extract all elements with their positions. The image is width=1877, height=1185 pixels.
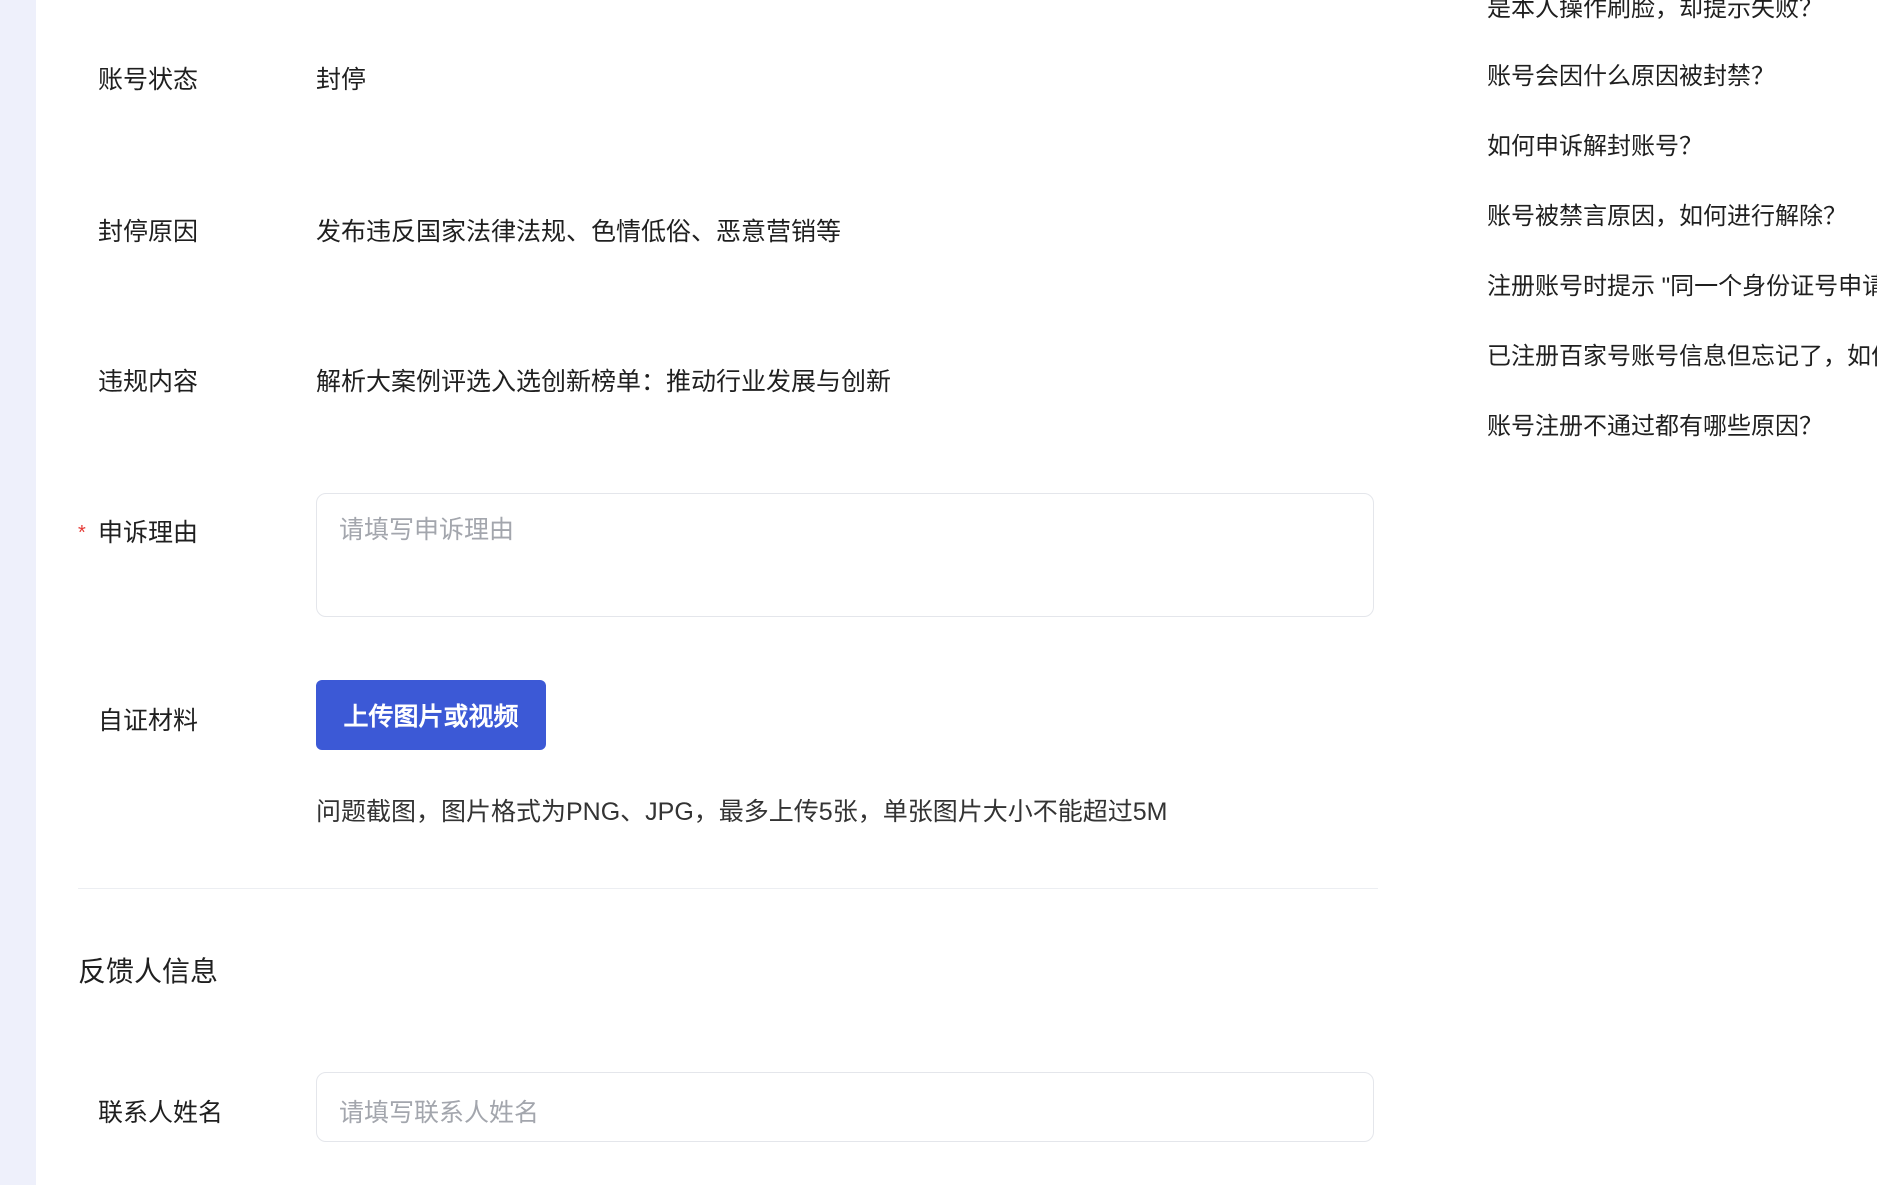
upload-image-or-video-button[interactable]: 上传图片或视频 — [316, 680, 546, 750]
evidence-hint: 问题截图，图片格式为PNG、JPG，最多上传5张，单张图片大小不能超过5M — [316, 798, 1168, 826]
account-status-label: 账号状态 — [98, 66, 199, 94]
page: 账号状态 封停 封停原因 发布违反国家法律法规、色情低俗、恶意营销等 违规内容 … — [0, 0, 1877, 1185]
feedback-section-title: 反馈人信息 — [78, 956, 219, 987]
appeal-reason-placeholder: 请填写申诉理由 — [339, 516, 515, 544]
ban-reason-label: 封停原因 — [98, 218, 199, 246]
violation-content-value: 解析大案例评选入选创新榜单：推动行业发展与创新 — [316, 368, 892, 396]
evidence-label: 自证材料 — [98, 707, 199, 735]
left-background-strip — [0, 0, 36, 1185]
faq-item[interactable]: 是本人操作刷脸，却提示失败？ — [1487, 0, 1823, 23]
required-mark: * — [78, 522, 86, 544]
contact-name-placeholder: 请填写联系人姓名 — [339, 1099, 540, 1127]
faq-item[interactable]: 注册账号时提示 "同一个身份证号申请 — [1487, 266, 1877, 301]
faq-item[interactable]: 账号会因什么原因被封禁？ — [1487, 56, 1775, 91]
appeal-reason-label: 申诉理由 — [98, 519, 199, 547]
violation-content-label: 违规内容 — [98, 368, 199, 396]
section-divider — [78, 888, 1378, 889]
faq-item[interactable]: 已注册百家号账号信息但忘记了，如何 — [1487, 336, 1877, 371]
contact-name-label: 联系人姓名 — [98, 1099, 224, 1127]
appeal-reason-textarea[interactable]: 请填写申诉理由 — [316, 493, 1374, 617]
faq-list: 是本人操作刷脸，却提示失败？ 账号会因什么原因被封禁？ 如何申诉解封账号？ 账号… — [1487, 0, 1877, 1185]
contact-name-input[interactable]: 请填写联系人姓名 — [316, 1072, 1374, 1142]
faq-item[interactable]: 账号被禁言原因，如何进行解除？ — [1487, 196, 1847, 231]
appeal-form: 账号状态 封停 封停原因 发布违反国家法律法规、色情低俗、恶意营销等 违规内容 … — [78, 0, 1378, 1185]
account-status-value: 封停 — [316, 66, 367, 94]
ban-reason-value: 发布违反国家法律法规、色情低俗、恶意营销等 — [316, 218, 842, 246]
faq-item[interactable]: 如何申诉解封账号？ — [1487, 126, 1703, 161]
faq-item[interactable]: 账号注册不通过都有哪些原因？ — [1487, 406, 1823, 441]
